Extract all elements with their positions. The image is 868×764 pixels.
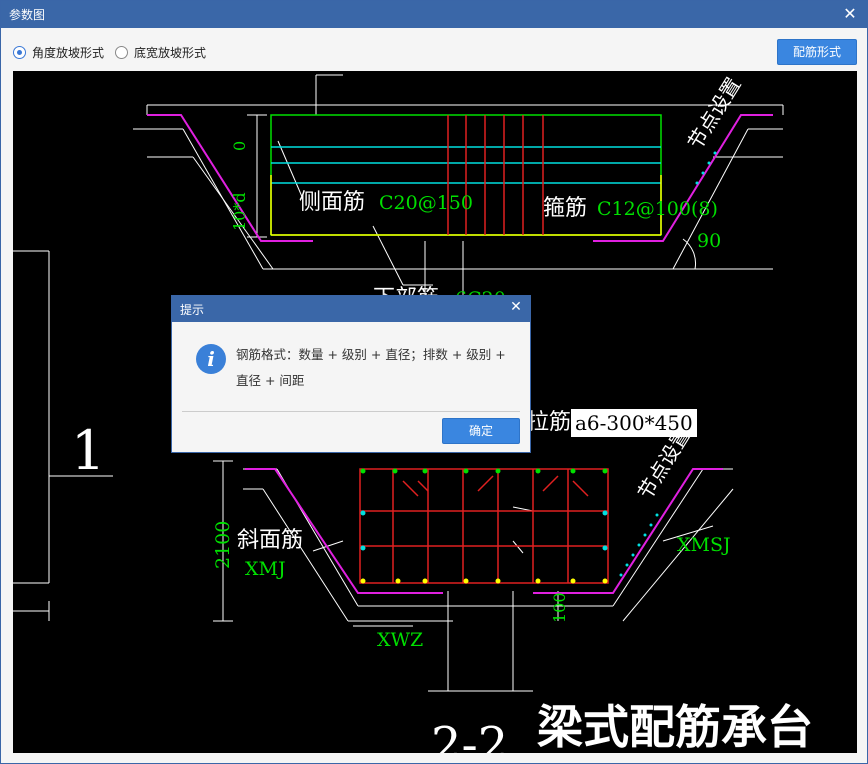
ok-button[interactable]: 确定 xyxy=(442,418,520,444)
label-stirrup: 箍筋 xyxy=(543,196,587,221)
label-one: 1 xyxy=(71,419,105,482)
dialog-close-icon[interactable]: ✕ xyxy=(508,299,524,315)
radio-width-slope[interactable]: 底宽放坡形式 xyxy=(115,44,206,61)
label-side-bar-spec: C20@150 xyxy=(379,192,473,214)
label-section: 2-2 xyxy=(431,717,508,753)
dialog-title: 提示 xyxy=(180,303,205,317)
label-angle: 90 xyxy=(697,230,721,252)
rebar-form-button[interactable]: 配筋形式 xyxy=(777,39,857,65)
label-tie-bar: 拉筋 xyxy=(527,410,571,435)
label-zero: 0 xyxy=(230,141,249,151)
close-icon[interactable]: ✕ xyxy=(841,4,859,24)
label-node-setting-1: 节点设置 xyxy=(683,73,746,154)
dialog-divider xyxy=(182,411,520,412)
window-title: 参数图 xyxy=(9,8,46,22)
radio-unchecked-icon xyxy=(115,46,128,59)
parameter-window: 参数图 ✕ 角度放坡形式 底宽放坡形式 配筋形式 0 10*d 侧面筋 C20@… xyxy=(0,0,868,764)
dialog-message: 钢筋格式：数量 + 级别 + 直径；排数 + 级别 + 直径 + 间距 xyxy=(236,347,506,388)
tie-bar-spec-box: a6-300*450 xyxy=(571,409,697,437)
label-big-title: 梁式配筋承台 xyxy=(537,700,813,753)
label-dim-100: 100 xyxy=(550,592,569,623)
toolbar: 角度放坡形式 底宽放坡形式 配筋形式 xyxy=(1,28,867,70)
label-stirrup-spec: C12@100(8) xyxy=(597,198,718,220)
dialog-title-bar: 提示 ✕ xyxy=(172,296,530,322)
radio-checked-icon xyxy=(13,46,26,59)
info-icon: i xyxy=(196,344,226,374)
label-xwz: XWZ xyxy=(377,629,423,651)
radio-width-label: 底宽放坡形式 xyxy=(134,46,207,60)
label-slope-bar: 斜面筋 xyxy=(237,528,303,553)
title-bar: 参数图 ✕ xyxy=(1,1,867,28)
radio-angle-label: 角度放坡形式 xyxy=(32,46,105,60)
label-dim-2100: 2100 xyxy=(212,521,234,569)
label-xmsj: XMSJ xyxy=(677,534,731,556)
label-ten-d: 10*d xyxy=(230,192,249,231)
label-xmj: XMJ xyxy=(245,558,286,580)
label-side-bar: 侧面筋 xyxy=(299,190,365,215)
radio-angle-slope[interactable]: 角度放坡形式 xyxy=(13,44,104,61)
hint-dialog: 提示 ✕ i 钢筋格式：数量 + 级别 + 直径；排数 + 级别 + 直径 + … xyxy=(171,295,531,453)
